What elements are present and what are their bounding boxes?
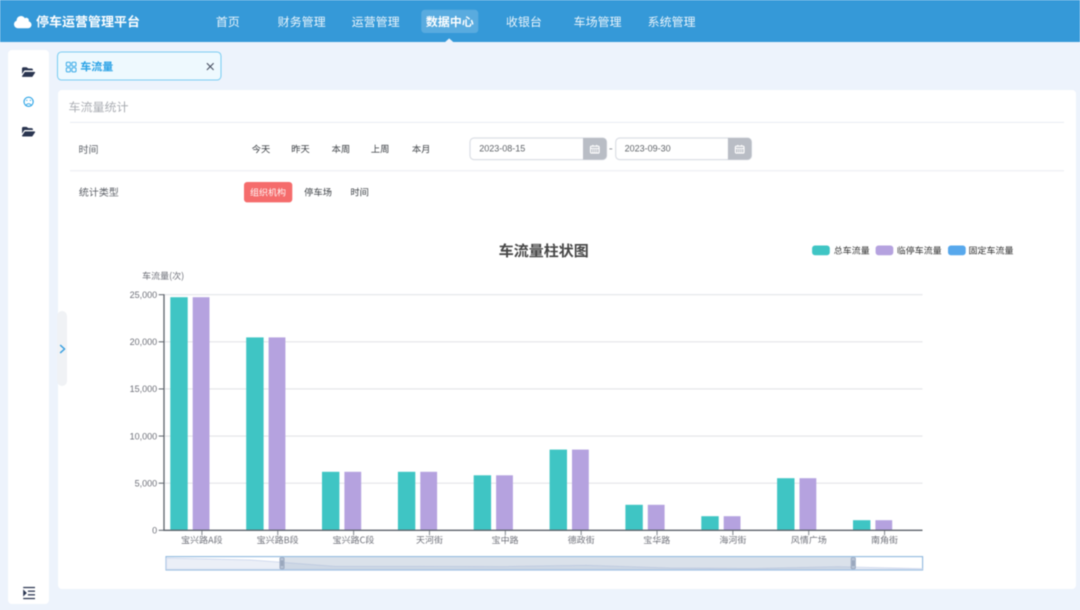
svg-text:25,000: 25,000 <box>130 290 158 300</box>
svg-text:5,000: 5,000 <box>135 479 158 489</box>
svg-text:2023-09-30: 2023-09-30 <box>625 144 671 154</box>
svg-text:15,000: 15,000 <box>130 384 158 394</box>
svg-text:20,000: 20,000 <box>130 337 158 347</box>
svg-text:0: 0 <box>152 526 157 536</box>
svg-text:10,000: 10,000 <box>130 431 158 441</box>
svg-text:2023-08-15: 2023-08-15 <box>479 144 525 154</box>
